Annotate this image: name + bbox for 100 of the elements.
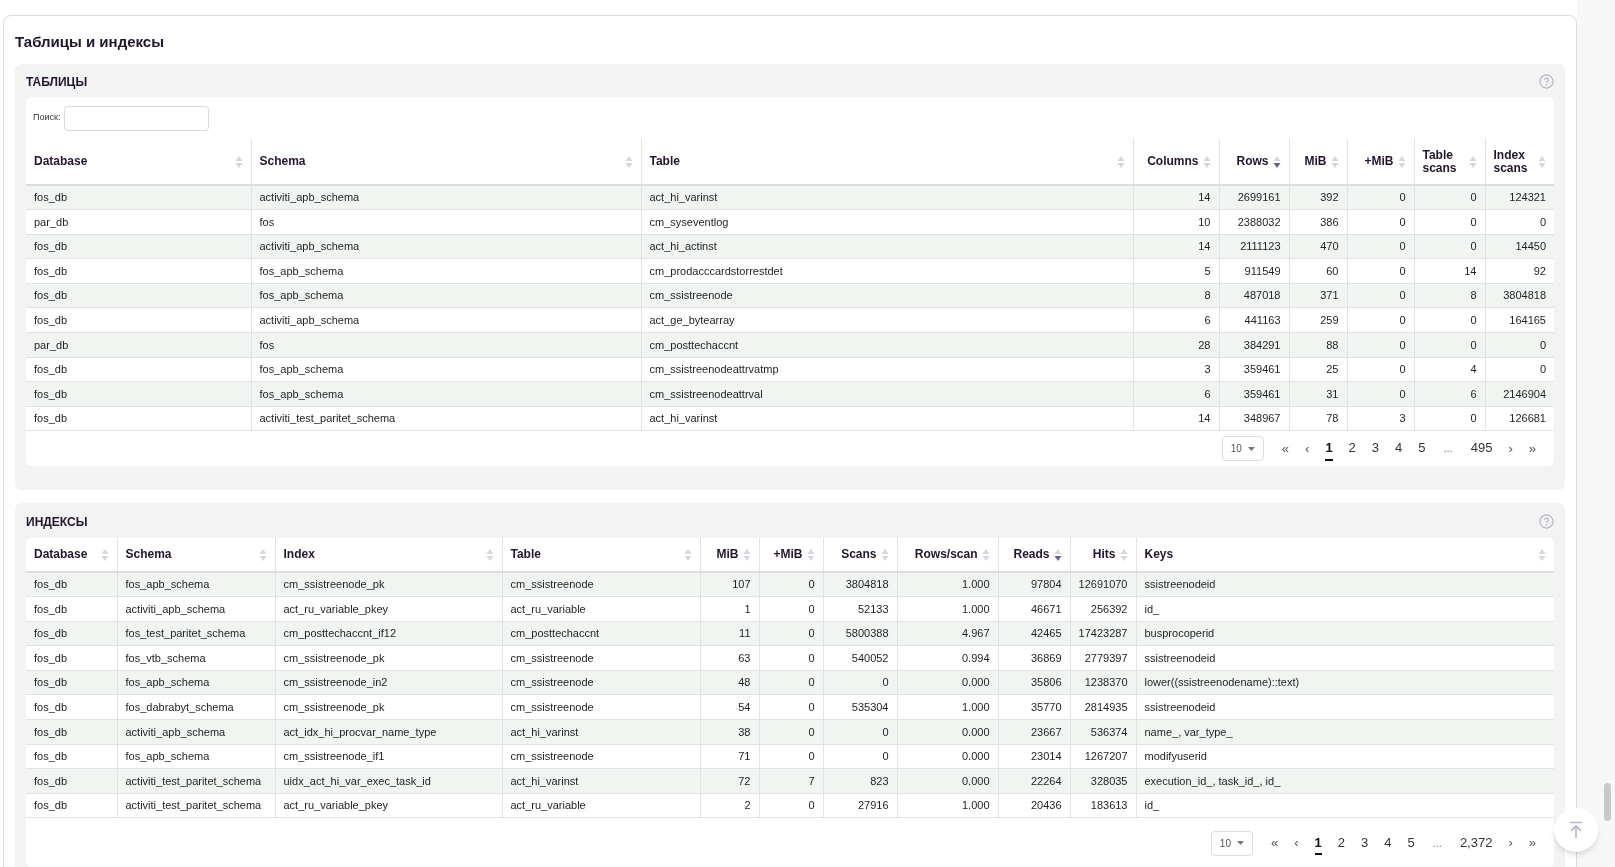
column-header[interactable]: Rows bbox=[1219, 139, 1289, 185]
table-cell: 0 bbox=[1347, 234, 1414, 259]
table-cell: 2146904 bbox=[1485, 381, 1554, 407]
table-cell: cm_ssistreenode bbox=[641, 283, 1133, 308]
table-cell: activiti_test_paritet_schema bbox=[251, 406, 641, 431]
column-header[interactable]: Table scans bbox=[1414, 139, 1485, 185]
table-cell: 52133 bbox=[823, 596, 897, 622]
table-cell: fos_db bbox=[26, 744, 117, 769]
table-cell: 0 bbox=[1414, 307, 1485, 333]
table-cell: fos_db bbox=[26, 694, 117, 720]
column-header[interactable]: MiB bbox=[1289, 139, 1347, 185]
table-cell: 126681 bbox=[1485, 406, 1554, 431]
column-header[interactable]: Hits bbox=[1070, 538, 1136, 572]
table-cell: 348967 bbox=[1219, 406, 1289, 431]
table-cell: fos_db bbox=[26, 621, 117, 646]
page-link[interactable]: 3 bbox=[1371, 436, 1380, 461]
column-header[interactable]: Table bbox=[641, 139, 1133, 185]
table-cell: 2699161 bbox=[1219, 185, 1289, 210]
table-cell: fos_db bbox=[26, 645, 117, 671]
table-cell: 0.000 bbox=[897, 719, 998, 745]
column-header[interactable]: +MiB bbox=[1347, 139, 1414, 185]
table-cell: cm_posttechaccnt bbox=[502, 621, 700, 646]
table-cell: 0.994 bbox=[897, 645, 998, 671]
column-header[interactable]: Reads bbox=[998, 538, 1070, 572]
column-header[interactable]: Database bbox=[26, 538, 117, 572]
next-page-link[interactable]: › bbox=[1502, 438, 1519, 459]
table-cell: 392 bbox=[1289, 185, 1347, 210]
table-cell: 0.000 bbox=[897, 768, 998, 794]
table-cell: 35770 bbox=[998, 694, 1070, 720]
table-cell: fos_db bbox=[26, 572, 117, 597]
table-cell: 88 bbox=[1289, 332, 1347, 358]
previous-page-link[interactable]: ‹ bbox=[1299, 438, 1316, 459]
column-header[interactable]: Schema bbox=[251, 139, 641, 185]
help-icon[interactable] bbox=[1539, 74, 1554, 89]
table-cell: cm_ssistreenode_in2 bbox=[275, 670, 502, 695]
table-cell: 2388032 bbox=[1219, 209, 1289, 235]
table-cell: cm_ssistreenode_pk bbox=[275, 645, 502, 671]
page-link[interactable]: 5 bbox=[1418, 436, 1426, 461]
table-cell: 35806 bbox=[998, 670, 1070, 695]
column-header[interactable]: +MiB bbox=[759, 538, 823, 572]
table-cell: cm_ssistreenodeattrvatmp bbox=[641, 357, 1133, 382]
table-cell: 0 bbox=[759, 670, 823, 695]
first-page-link[interactable]: « bbox=[1275, 438, 1296, 459]
table-cell: 0 bbox=[1485, 332, 1554, 358]
table-cell: 2779397 bbox=[1070, 645, 1136, 671]
column-header[interactable]: Columns bbox=[1133, 139, 1219, 185]
page-link[interactable]: 2,372 bbox=[1459, 830, 1493, 856]
caret-icon bbox=[1236, 841, 1244, 846]
table-cell: 0 bbox=[1347, 357, 1414, 382]
table-cell: 386 bbox=[1289, 209, 1347, 235]
column-header[interactable]: Schema bbox=[117, 538, 275, 572]
table-cell: 1 bbox=[700, 596, 759, 622]
table-cell: 17423287 bbox=[1070, 621, 1136, 646]
column-header[interactable]: Index scans bbox=[1485, 139, 1554, 185]
table-cell: 0 bbox=[1347, 209, 1414, 235]
scrollbar-thumb[interactable] bbox=[1604, 783, 1611, 821]
page-link[interactable]: 3 bbox=[1361, 830, 1369, 856]
column-header[interactable]: Keys bbox=[1136, 538, 1554, 572]
table-cell: act_ru_variable bbox=[502, 596, 700, 622]
page-link[interactable]: 4 bbox=[1395, 436, 1403, 461]
page-link[interactable]: 2 bbox=[1337, 830, 1345, 856]
table-cell: 487018 bbox=[1219, 283, 1289, 308]
table-cell: 823 bbox=[823, 768, 897, 794]
last-page-link[interactable]: » bbox=[1522, 833, 1542, 853]
table-cell: 0 bbox=[1414, 406, 1485, 431]
table-cell: 0 bbox=[823, 744, 897, 769]
page-link[interactable]: 1 bbox=[1314, 830, 1322, 856]
next-page-link[interactable]: › bbox=[1502, 833, 1519, 853]
page-size-select[interactable]: 10 bbox=[1210, 830, 1253, 856]
table-cell: 38 bbox=[700, 719, 759, 745]
table-cell: 3 bbox=[1347, 406, 1414, 431]
column-header[interactable]: Database bbox=[26, 139, 251, 185]
table-cell: cm_ssistreenode bbox=[502, 670, 700, 695]
table-cell: fos_db bbox=[26, 793, 117, 818]
page-link[interactable]: 5 bbox=[1407, 830, 1415, 856]
table-cell: 14 bbox=[1133, 234, 1219, 259]
column-header[interactable]: Rows/scan bbox=[897, 538, 998, 572]
help-icon[interactable] bbox=[1539, 514, 1554, 529]
table-cell: 20436 bbox=[998, 793, 1070, 818]
table-cell: cm_ssistreenode bbox=[502, 645, 700, 671]
page-link[interactable]: 2 bbox=[1348, 436, 1356, 461]
previous-page-link[interactable]: ‹ bbox=[1288, 833, 1305, 853]
page-size-select[interactable]: 10 bbox=[1221, 436, 1264, 462]
page-link[interactable]: 1 bbox=[1325, 436, 1333, 461]
page-link[interactable]: 495 bbox=[1470, 436, 1493, 461]
table-cell: fos_db bbox=[26, 596, 117, 622]
column-header[interactable]: MiB bbox=[700, 538, 759, 572]
table-cell: 2 bbox=[700, 793, 759, 818]
column-header[interactable]: Scans bbox=[823, 538, 897, 572]
table-cell: execution_id_, task_id_, id_ bbox=[1136, 768, 1554, 794]
last-page-link[interactable]: » bbox=[1522, 438, 1542, 459]
table-cell: 54 bbox=[700, 694, 759, 720]
table-cell: 0 bbox=[1347, 332, 1414, 358]
table-cell: 92 bbox=[1485, 258, 1554, 284]
column-header[interactable]: Index bbox=[275, 538, 502, 572]
table-cell: busprocoperid bbox=[1136, 621, 1554, 646]
column-header[interactable]: Table bbox=[502, 538, 700, 572]
first-page-link[interactable]: « bbox=[1264, 833, 1285, 853]
page-link[interactable]: 4 bbox=[1384, 830, 1392, 856]
search-field[interactable] bbox=[64, 105, 210, 131]
